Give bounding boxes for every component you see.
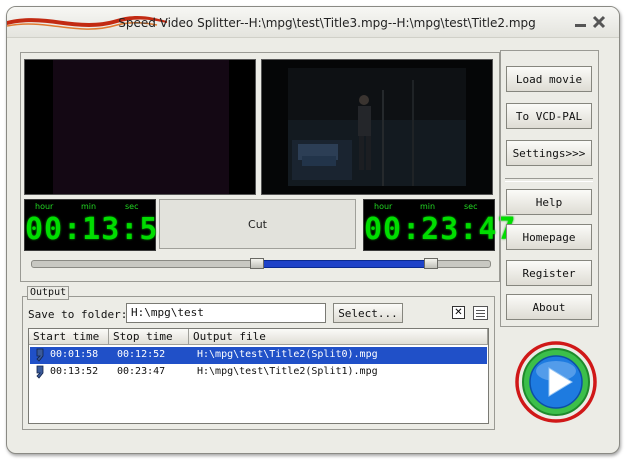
file-icon — [36, 348, 44, 362]
end-slider-handle[interactable] — [424, 258, 438, 269]
min-label: min — [81, 202, 97, 211]
to-vcd-pal-button[interactable]: To VCD-PAL — [506, 103, 592, 129]
preview-screen-start — [24, 59, 256, 195]
row-stop-time: 00:12:52 — [117, 349, 166, 360]
divider — [505, 178, 593, 182]
row-output-file: H:\mpg\test\Title2(Split0).mpg — [197, 349, 378, 360]
about-button[interactable]: About — [506, 294, 592, 320]
list-view-icon[interactable] — [473, 306, 488, 320]
preview-screen-end — [261, 59, 493, 195]
row-start-time: 00:01:58 — [50, 349, 99, 360]
register-button[interactable]: Register — [506, 260, 592, 286]
select-folder-button[interactable]: Select... — [333, 303, 403, 323]
end-time-value: 00:23:47 — [364, 212, 517, 247]
output-group-label: Output — [27, 286, 70, 300]
homepage-button[interactable]: Homepage — [506, 224, 592, 250]
start-time-value: 00:13:52 — [25, 212, 178, 247]
row-stop-time: 00:23:47 — [117, 366, 166, 377]
start-slider-handle[interactable] — [250, 258, 264, 269]
video-frame-start — [53, 60, 229, 194]
video-frame-end — [262, 60, 492, 194]
timeline-selection — [257, 260, 431, 268]
load-movie-button[interactable]: Load movie — [506, 66, 592, 92]
column-header-start[interactable]: Start time — [29, 329, 109, 345]
sec-label: sec — [125, 202, 139, 211]
file-icon — [36, 365, 44, 379]
folder-path-input[interactable]: H:\mpg\test — [126, 303, 326, 323]
video-panel: hour min sec 00:13:52 Cut hour min sec 0… — [20, 52, 517, 282]
cut-button[interactable]: Cut — [159, 199, 356, 249]
save-folder-label: Save to folder: — [28, 308, 128, 321]
table-row[interactable]: 00:01:58 00:12:52 H:\mpg\test\Title2(Spl… — [30, 347, 487, 364]
settings-button[interactable]: Settings>>> — [506, 140, 592, 166]
table-row[interactable]: 00:13:52 00:23:47 H:\mpg\test\Title2(Spl… — [30, 364, 487, 381]
window-title: Speed Video Splitter--H:\mpg\test\Title3… — [118, 16, 536, 30]
hour-label: hour — [374, 202, 393, 211]
title-bar: Speed Video Splitter--H:\mpg\test\Title3… — [7, 7, 619, 38]
min-label: min — [420, 202, 436, 211]
column-header-stop[interactable]: Stop time — [109, 329, 189, 345]
remove-item-button[interactable]: ✕ — [452, 306, 465, 319]
sec-label: sec — [464, 202, 478, 211]
start-split-button[interactable] — [514, 340, 598, 424]
end-time-display: hour min sec 00:23:47 — [363, 199, 517, 251]
help-button[interactable]: Help — [506, 189, 592, 215]
side-button-panel: Load movie To VCD-PAL Settings>>> Help H… — [500, 50, 599, 327]
cut-button-label: Cut — [248, 217, 267, 231]
column-header-file[interactable]: Output file — [189, 329, 488, 345]
output-table: Start time Stop time Output file 00:01:5… — [28, 328, 489, 424]
play-icon — [515, 341, 597, 423]
hour-label: hour — [35, 202, 54, 211]
row-output-file: H:\mpg\test\Title2(Split1).mpg — [197, 366, 378, 377]
row-start-time: 00:13:52 — [50, 366, 99, 377]
start-time-display: hour min sec 00:13:52 — [24, 199, 178, 251]
close-icon[interactable] — [591, 15, 607, 29]
minimize-icon[interactable] — [573, 15, 589, 29]
